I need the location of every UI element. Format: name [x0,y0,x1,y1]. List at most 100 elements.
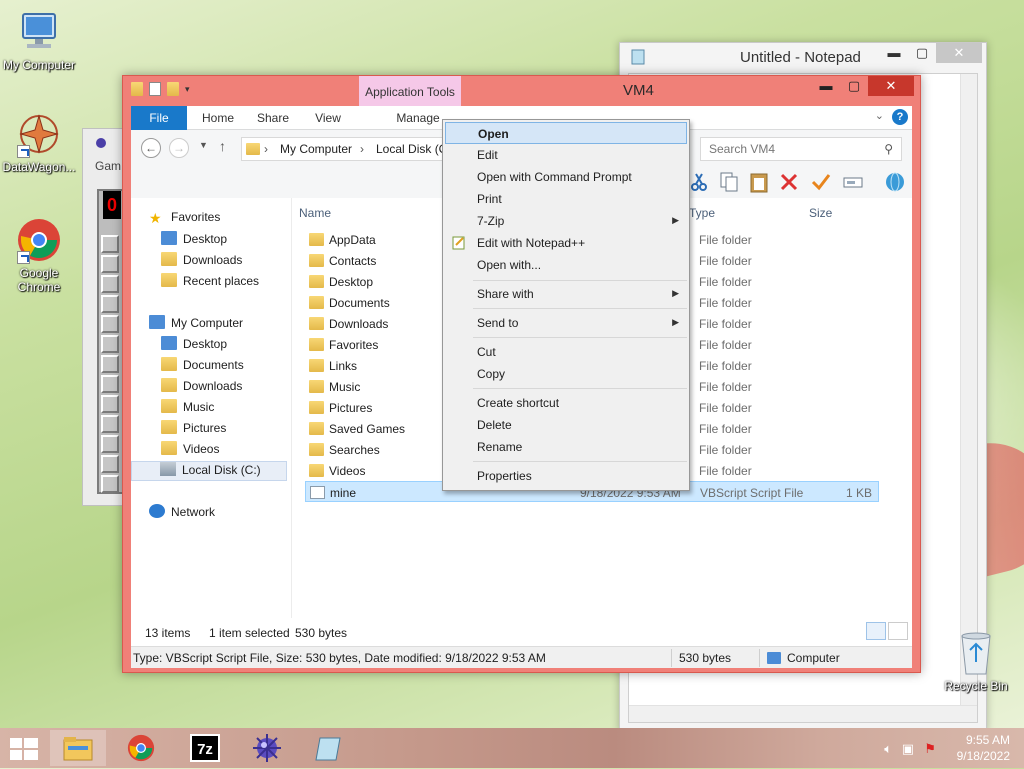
nav-fav-recent-places[interactable]: Recent places [161,273,259,293]
nav-network[interactable]: Network [149,504,215,524]
menu-item-print[interactable]: Print [445,188,687,210]
game-cell[interactable] [101,315,119,333]
maximize-button[interactable]: ▢ [840,76,868,96]
menu-item-properties[interactable]: Properties [445,465,687,487]
large-icons-view-button[interactable] [888,622,908,640]
chevron-down-icon[interactable]: ⌄ [875,109,884,122]
minimize-button[interactable]: ▬ [880,43,908,63]
cut-icon[interactable] [687,170,711,194]
chevron-right-icon[interactable]: › [360,142,364,156]
taskbar-file-explorer[interactable] [50,730,106,766]
windows-logo-icon [10,738,22,748]
menu-item-delete[interactable]: Delete [445,414,687,436]
column-header-name[interactable]: Name [299,206,331,220]
up-button[interactable]: ↑ [219,138,226,154]
desktop-icon-google-chrome[interactable]: Google Chrome [0,216,78,294]
action-center-icon[interactable]: ⚑ [924,741,936,757]
search-box[interactable]: Search VM4 ⚲ [700,137,902,161]
game-cell[interactable] [101,235,119,253]
nav-pc-downloads[interactable]: Downloads [161,378,242,398]
properties-icon[interactable] [149,82,161,96]
menu-item-open-cmd[interactable]: Open with Command Prompt [445,166,687,188]
column-header-type[interactable]: Type [689,206,715,220]
menu-item-open[interactable]: Open [445,122,687,144]
menu-item-open-with[interactable]: Open with... [445,254,687,276]
game-menu-label[interactable]: Gam [95,159,121,173]
taskbar-7zip[interactable]: 7z [178,730,234,766]
game-cell[interactable] [101,375,119,393]
checkmark-icon[interactable] [809,170,833,194]
game-cell[interactable] [101,455,119,473]
globe-icon[interactable] [883,170,907,194]
nav-pc-videos[interactable]: Videos [161,441,219,461]
nav-favorites[interactable]: ★ Favorites [149,210,220,230]
menu-item-edit[interactable]: Edit [445,144,687,166]
menu-item-copy[interactable]: Copy [445,363,687,385]
help-icon[interactable]: ? [892,109,908,125]
menu-item-7zip[interactable]: 7-Zip ▶ [445,210,687,232]
search-input[interactable]: Search VM4 [709,142,775,156]
paste-icon[interactable] [747,170,771,194]
application-tools-tab[interactable]: Application Tools [359,76,461,106]
minimize-button[interactable]: ▬ [812,76,840,96]
start-button[interactable] [10,738,38,760]
nav-fav-downloads[interactable]: Downloads [161,252,242,272]
delete-icon[interactable] [777,170,801,194]
game-cell[interactable] [101,335,119,353]
game-cell[interactable] [101,395,119,413]
chevron-right-icon[interactable]: › [264,142,268,156]
column-header-size[interactable]: Size [809,206,832,220]
nav-pc-desktop[interactable]: Desktop [161,336,227,356]
menu-item-create-shortcut[interactable]: Create shortcut [445,392,687,414]
network-icon[interactable]: ▣ [902,741,914,757]
nav-pc-local-disk[interactable]: Local Disk (C:) [131,461,287,481]
search-icon[interactable]: ⚲ [884,142,893,156]
clock[interactable]: 9:55 AM 9/18/2022 [957,732,1010,764]
new-folder-icon[interactable] [167,82,179,96]
explorer-titlebar[interactable]: ▾ Application Tools VM4 ▬ ▢ ✕ [123,76,920,106]
game-cell[interactable] [101,255,119,273]
customize-qat-icon[interactable]: ▾ [185,82,197,96]
nav-pc-music[interactable]: Music [161,399,214,419]
close-button[interactable]: ✕ [868,76,914,96]
nav-pc-pictures[interactable]: Pictures [161,420,226,440]
copy-icon[interactable] [717,170,741,194]
maximize-button[interactable]: ▢ [908,43,936,63]
taskbar-minesweeper[interactable] [240,730,296,766]
menu-item-send-to[interactable]: Send to ▶ [445,312,687,334]
nav-pc-documents[interactable]: Documents [161,357,244,377]
notepad-titlebar[interactable]: Untitled - Notepad ▬ ▢ ✕ [620,43,986,73]
taskbar-notepad[interactable] [302,730,358,766]
taskbar-chrome[interactable] [114,730,170,766]
desktop-icon-recycle-bin[interactable]: Recycle Bin [938,630,1014,693]
tab-home[interactable]: Home [193,106,243,130]
forward-button[interactable]: → [169,138,189,158]
back-button[interactable]: ← [141,138,161,158]
nav-my-computer[interactable]: My Computer [149,315,243,335]
game-cell[interactable] [101,435,119,453]
recent-locations-icon[interactable]: ▼ [199,140,208,150]
menu-item-share-with[interactable]: Share with ▶ [445,283,687,305]
tab-file[interactable]: File [131,106,187,130]
nav-fav-desktop[interactable]: Desktop [161,231,227,251]
close-button[interactable]: ✕ [936,43,982,63]
volume-muted-icon[interactable]: 🔈︎ [884,741,892,757]
rename-icon[interactable] [841,170,865,194]
menu-item-rename[interactable]: Rename [445,436,687,458]
tab-view[interactable]: View [303,106,353,130]
menu-item-cut[interactable]: Cut [445,341,687,363]
menu-item-edit-notepadpp[interactable]: Edit with Notepad++ [445,232,687,254]
details-view-button[interactable] [866,622,886,640]
game-cell[interactable] [101,475,119,493]
game-cell[interactable] [101,275,119,293]
game-cell[interactable] [101,415,119,433]
horizontal-scrollbar[interactable] [629,705,977,722]
breadcrumb-local-disk[interactable]: Local Disk (C [376,142,447,156]
desktop-icon-my-computer[interactable]: My Computer [0,8,78,72]
tab-share[interactable]: Share [247,106,299,130]
vertical-scrollbar[interactable] [960,74,977,722]
desktop-icon-datawagon[interactable]: DataWagon... [0,110,78,174]
game-cell[interactable] [101,355,119,373]
game-cell[interactable] [101,295,119,313]
breadcrumb-my-computer[interactable]: My Computer [280,142,352,156]
